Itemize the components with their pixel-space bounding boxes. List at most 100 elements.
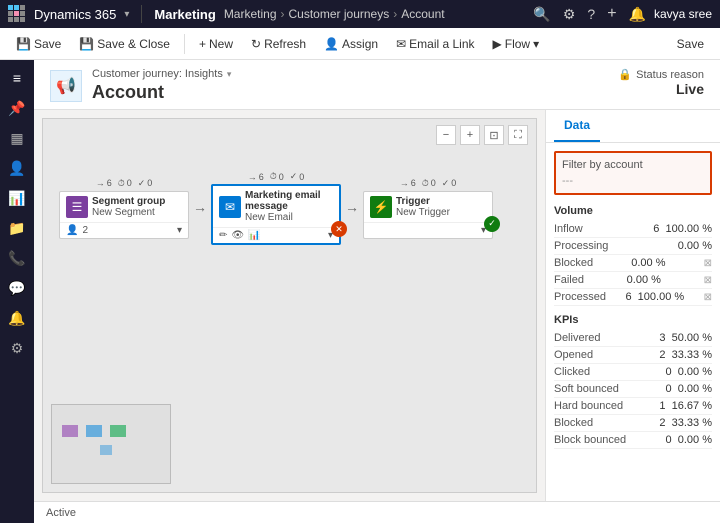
fullscreen-button[interactable]: ⛶ xyxy=(508,125,528,145)
sidebar-icon-phone[interactable]: 📞 xyxy=(3,244,31,272)
panel-content[interactable]: Filter by account --- Volume Inflow 6 10… xyxy=(546,143,720,501)
record-breadcrumb: Customer journey: Insights ▾ xyxy=(92,68,231,80)
new-icon: + xyxy=(199,37,206,51)
email-node[interactable]: ✉ Marketing email message New Email ✏ 👁 xyxy=(211,184,341,245)
metric-delivered: Delivered 3 50.00 % xyxy=(554,330,712,347)
segment-dropdown[interactable]: ▾ xyxy=(177,225,182,236)
filter-box: Filter by account --- xyxy=(554,151,712,195)
zoom-out-button[interactable]: − xyxy=(436,125,456,145)
panel-tabs: Data xyxy=(546,110,720,143)
email-link-button[interactable]: ✉ Email a Link xyxy=(388,33,482,55)
search-icon[interactable]: 🔍 xyxy=(533,6,550,23)
canvas-toolbar: − + ⊡ ⛶ xyxy=(436,125,528,145)
refresh-button[interactable]: ↻ Refresh xyxy=(243,33,314,55)
save-close-icon: 💾 xyxy=(79,37,94,51)
status-bar: Active xyxy=(34,501,720,523)
segment-footer: 👤 2 ▾ xyxy=(60,223,188,238)
question-icon[interactable]: ? xyxy=(587,6,595,22)
mini-node-trigger xyxy=(110,425,126,437)
sidebar-icon-menu[interactable]: ≡ xyxy=(3,64,31,92)
app-grid-icon[interactable] xyxy=(8,5,26,23)
save-button[interactable]: 💾 Save xyxy=(8,33,69,55)
metric-opened: Opened 2 33.33 % xyxy=(554,347,712,364)
status-label: 🔒 Status reason xyxy=(618,68,704,81)
mini-map[interactable] xyxy=(51,404,171,484)
eye-icon[interactable]: 👁 xyxy=(231,230,244,241)
breadcrumb-account[interactable]: Account xyxy=(401,7,444,21)
email-icon-node: ✉ xyxy=(219,196,241,218)
content-area: − + ⊡ ⛶ →6 ⏱0 ✓0 xyxy=(34,110,720,501)
chart-icon[interactable]: 📊 xyxy=(248,230,260,241)
flow-chevron: ▾ xyxy=(533,37,539,51)
connector-2: → xyxy=(341,199,363,215)
flow-button[interactable]: ▶ Flow ▾ xyxy=(485,33,548,55)
trigger-node-wrapper: →6 ⏱0 ✓0 ⚡ Trigger New Trigger xyxy=(363,176,493,239)
journey-nodes: →6 ⏱0 ✓0 ☰ Segment group New Segment xyxy=(43,149,536,265)
app-name[interactable]: Dynamics 365 xyxy=(34,7,116,22)
trigger-check-mark: ✓ xyxy=(484,216,500,232)
trigger-node[interactable]: ⚡ Trigger New Trigger ▾ xyxy=(363,191,493,239)
mini-node-email xyxy=(86,425,102,437)
metric-hard-bounced: Hard bounced 1 16.67 % xyxy=(554,398,712,415)
person-icon: 👤 xyxy=(66,225,78,236)
record-status-area: 🔒 Status reason Live xyxy=(618,68,704,97)
sidebar-icon-chat[interactable]: 💬 xyxy=(3,274,31,302)
filter-label: Filter by account xyxy=(562,159,704,171)
sidebar-icon-bell[interactable]: 🔔 xyxy=(3,304,31,332)
email-stats: →6 ⏱0 ✓0 xyxy=(242,169,311,184)
flow-icon: ▶ xyxy=(493,37,502,51)
user-name[interactable]: kavya sree xyxy=(654,7,712,21)
module-name: Marketing xyxy=(154,7,215,22)
breadcrumb-journeys[interactable]: Customer journeys xyxy=(289,7,390,21)
assign-icon: 👤 xyxy=(324,37,339,51)
mini-node-segment xyxy=(62,425,78,437)
trigger-type: Trigger xyxy=(396,196,450,207)
refresh-icon: ↻ xyxy=(251,37,261,51)
edit-icon[interactable]: ✏ xyxy=(219,230,227,241)
metric-failed: Failed 0.00 % ⊠ xyxy=(554,272,712,289)
main-layout: ≡ 📌 ▦ 👤 📊 📁 📞 💬 🔔 ⚙ 📢 Customer journey: … xyxy=(0,60,720,523)
record-breadcrumb-chevron[interactable]: ▾ xyxy=(227,69,232,80)
assign-button[interactable]: 👤 Assign xyxy=(316,33,386,55)
save-top-right-button[interactable]: Save xyxy=(669,33,712,55)
new-button[interactable]: + New xyxy=(191,33,241,55)
volume-section-title: Volume xyxy=(554,205,712,217)
sidebar-icon-pin[interactable]: 📌 xyxy=(3,94,31,122)
metric-soft-bounced: Soft bounced 0 0.00 % xyxy=(554,381,712,398)
status-text: Active xyxy=(46,507,76,519)
record-header: 📢 Customer journey: Insights ▾ Account 🔒… xyxy=(34,60,720,110)
tab-data[interactable]: Data xyxy=(554,110,600,142)
status-value: Live xyxy=(618,81,704,97)
save-icon: 💾 xyxy=(16,37,31,51)
megaphone-icon: 📢 xyxy=(56,76,76,96)
segment-name: New Segment xyxy=(92,207,165,218)
segment-node-wrapper: →6 ⏱0 ✓0 ☰ Segment group New Segment xyxy=(59,176,189,239)
save-close-button[interactable]: 💾 Save & Close xyxy=(71,33,178,55)
trigger-footer: ▾ xyxy=(364,223,492,238)
metric-block-bounced: Block bounced 0 0.00 % xyxy=(554,432,712,449)
nav-icons: 🔍 ⚙ ? + 🔔 xyxy=(533,5,646,23)
segment-group-node[interactable]: ☰ Segment group New Segment 👤 2 xyxy=(59,191,189,239)
fit-button[interactable]: ⊡ xyxy=(484,125,504,145)
metric-blocked-vol: Blocked 0.00 % ⊠ xyxy=(554,255,712,272)
sidebar-icon-settings[interactable]: ⚙ xyxy=(3,334,31,362)
email-node-wrapper: →6 ⏱0 ✓0 ✉ Marketing email message New E… xyxy=(211,169,341,245)
canvas-area: − + ⊡ ⛶ →6 ⏱0 ✓0 xyxy=(34,110,545,501)
zoom-in-button[interactable]: + xyxy=(460,125,480,145)
mini-map-content xyxy=(52,405,170,483)
canvas-container[interactable]: − + ⊡ ⛶ →6 ⏱0 ✓0 xyxy=(42,118,537,493)
settings-icon[interactable]: ⚙ xyxy=(563,6,576,23)
kpis-section-title: KPIs xyxy=(554,314,712,326)
notification-icon[interactable]: 🔔 xyxy=(629,6,646,23)
plus-icon[interactable]: + xyxy=(607,5,616,23)
sidebar-icon-contacts[interactable]: 👤 xyxy=(3,154,31,182)
record-breadcrumb-text: Customer journey: Insights xyxy=(92,68,223,80)
sidebar-icon-chart[interactable]: 📊 xyxy=(3,184,31,212)
breadcrumb-marketing[interactable]: Marketing xyxy=(224,7,277,21)
trigger-stats: →6 ⏱0 ✓0 xyxy=(394,176,463,191)
sidebar-icon-dashboard[interactable]: ▦ xyxy=(3,124,31,152)
sidebar-icon-folder[interactable]: 📁 xyxy=(3,214,31,242)
command-bar: 💾 Save 💾 Save & Close + New ↻ Refresh 👤 … xyxy=(0,28,720,60)
main-content: 📢 Customer journey: Insights ▾ Account 🔒… xyxy=(34,60,720,523)
email-type: Marketing email message xyxy=(245,190,333,212)
